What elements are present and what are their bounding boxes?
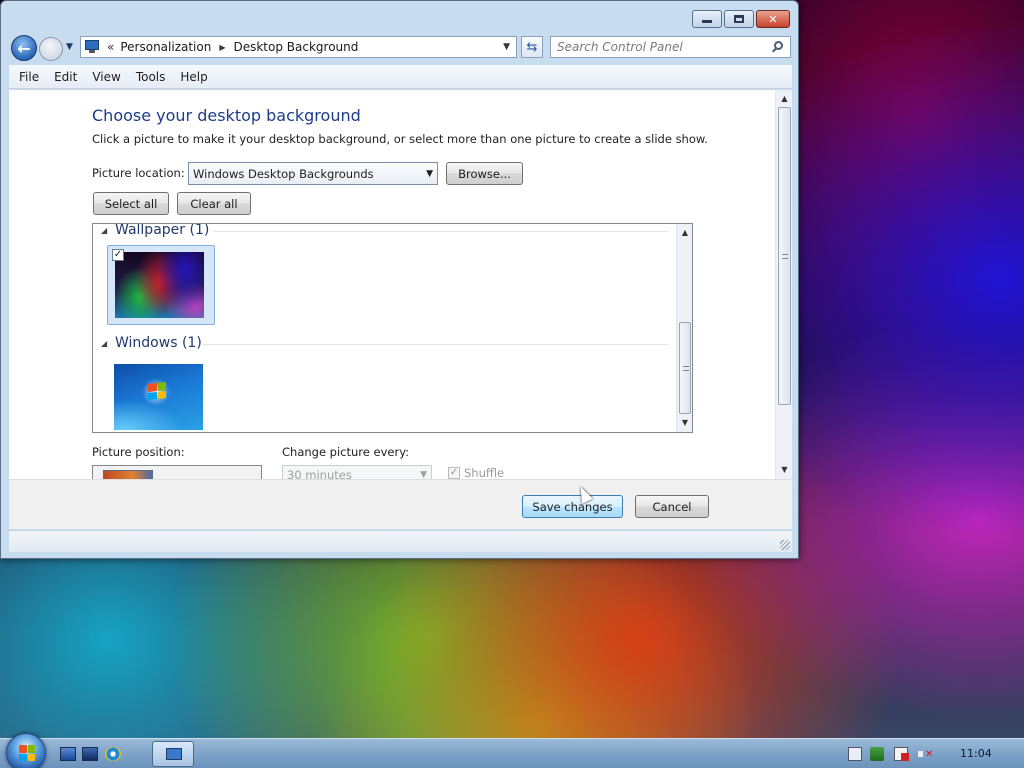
wallpaper-thumbnail[interactable]: ✓	[107, 245, 215, 325]
breadcrumb-overflow-icon[interactable]: «	[107, 40, 114, 54]
group-divider	[213, 231, 668, 232]
dialog-footer: Save changes Cancel	[9, 479, 792, 529]
forward-button[interactable]	[39, 37, 63, 61]
taskbar-control-panel-button[interactable]	[152, 741, 194, 767]
close-button[interactable]: ✕	[756, 10, 790, 28]
show-desktop-icon[interactable]	[60, 747, 76, 761]
clear-all-button[interactable]: Clear all	[177, 192, 251, 215]
refresh-icon: ⇆	[526, 39, 538, 55]
scroll-down-icon[interactable]: ▼	[776, 463, 793, 477]
windows7-wallpaper-image	[114, 364, 203, 430]
page-description: Click a picture to make it your desktop …	[92, 132, 708, 146]
recent-pages-dropdown[interactable]: ▼	[66, 42, 73, 52]
volume-muted-icon[interactable]: ✕	[918, 747, 933, 761]
control-panel-window: ✕ ← ▼ « Personalization ▶ Desktop Backgr…	[0, 0, 799, 559]
notification-icon[interactable]	[848, 747, 862, 761]
picture-gallery: ◢ Wallpaper (1) ✓ ◢ Windows (1) ▲ ▼	[92, 223, 693, 433]
windows-logo-icon	[148, 382, 166, 400]
address-dropdown-icon[interactable]: ▼	[503, 42, 510, 52]
content-scroll-thumb[interactable]	[778, 107, 791, 405]
windows-logo-icon	[19, 745, 35, 761]
shuffle-label: Shuffle	[464, 467, 505, 479]
title-bar[interactable]: ✕	[1, 1, 798, 33]
security-shield-icon[interactable]	[870, 747, 884, 761]
group-header-wallpaper[interactable]: ◢ Wallpaper (1)	[101, 223, 210, 238]
explorer-icon[interactable]	[82, 747, 98, 761]
address-bar[interactable]: « Personalization ▶ Desktop Background ▼	[80, 36, 517, 58]
menu-tools[interactable]: Tools	[136, 70, 166, 84]
resize-grip-icon[interactable]	[780, 540, 790, 550]
gallery-scrollbar[interactable]: ▲ ▼	[676, 224, 692, 432]
group-header-windows[interactable]: ◢ Windows (1)	[101, 335, 202, 351]
collapse-triangle-icon[interactable]: ◢	[101, 339, 115, 348]
content-pane: Choose your desktop background Click a p…	[9, 90, 792, 479]
network-icon[interactable]	[894, 747, 909, 761]
scroll-down-icon[interactable]: ▼	[677, 416, 692, 430]
search-icon[interactable]	[772, 41, 784, 53]
picture-location-value: Windows Desktop Backgrounds	[193, 166, 374, 181]
back-arrow-icon: ←	[17, 38, 31, 58]
shuffle-checkbox: ✓ Shuffle	[448, 467, 504, 479]
select-all-button[interactable]: Select all	[93, 192, 169, 215]
start-button[interactable]	[6, 733, 46, 768]
navigation-bar: ← ▼ « Personalization ▶ Desktop Backgrou…	[7, 34, 794, 62]
browse-button[interactable]: Browse...	[446, 162, 523, 185]
menu-edit[interactable]: Edit	[54, 70, 77, 84]
search-input[interactable]	[551, 40, 772, 54]
breadcrumb-desktop-background[interactable]: Desktop Background	[233, 40, 358, 54]
maximize-icon	[725, 11, 753, 27]
windows-thumbnail[interactable]	[107, 358, 215, 432]
internet-explorer-icon[interactable]	[105, 747, 121, 761]
back-button[interactable]: ←	[11, 35, 37, 61]
chevron-down-icon: ▼	[420, 470, 427, 479]
close-icon: ✕	[768, 12, 778, 26]
control-panel-icon	[85, 40, 101, 54]
wallpaper-checkbox[interactable]: ✓	[112, 249, 124, 261]
minimize-button[interactable]	[692, 10, 722, 28]
picture-location-label: Picture location:	[92, 166, 185, 180]
maximize-button[interactable]	[724, 10, 754, 28]
menu-file[interactable]: File	[19, 70, 39, 84]
taskbar: ✕ 11:04	[0, 733, 1024, 768]
menu-help[interactable]: Help	[180, 70, 207, 84]
shuffle-check-icon: ✓	[448, 467, 460, 479]
chevron-down-icon: ▼	[426, 168, 433, 179]
group-title: Windows (1)	[115, 335, 202, 351]
picture-position-select[interactable]	[92, 465, 262, 479]
system-clock[interactable]: 11:04	[960, 747, 992, 760]
position-preview-image	[103, 470, 153, 479]
picture-position-label: Picture position:	[92, 445, 185, 459]
control-panel-icon	[166, 748, 182, 760]
menu-bar: File Edit View Tools Help	[9, 65, 792, 89]
minimize-icon	[693, 11, 721, 27]
collapse-triangle-icon[interactable]: ◢	[101, 226, 115, 235]
search-box[interactable]	[550, 36, 791, 58]
rainbow-wallpaper-image	[115, 252, 204, 318]
group-title: Wallpaper (1)	[115, 223, 210, 238]
scroll-up-icon[interactable]: ▲	[776, 92, 793, 106]
refresh-button[interactable]: ⇆	[521, 36, 543, 58]
scroll-up-icon[interactable]: ▲	[677, 226, 692, 240]
group-divider	[203, 344, 668, 345]
breadcrumb-separator-icon[interactable]: ▶	[219, 43, 225, 52]
cancel-button[interactable]: Cancel	[635, 495, 709, 518]
menu-view[interactable]: View	[92, 70, 120, 84]
save-changes-button[interactable]: Save changes	[522, 495, 623, 518]
change-picture-label: Change picture every:	[282, 445, 410, 459]
breadcrumb-personalization[interactable]: Personalization	[120, 40, 211, 54]
interval-select: 30 minutes ▼	[282, 465, 432, 479]
page-title: Choose your desktop background	[92, 106, 361, 125]
content-scrollbar[interactable]: ▲ ▼	[775, 90, 792, 479]
picture-location-select[interactable]: Windows Desktop Backgrounds ▼	[188, 162, 438, 185]
interval-value: 30 minutes	[287, 468, 352, 479]
gallery-scroll-thumb[interactable]	[679, 322, 691, 414]
caption-buttons: ✕	[692, 10, 790, 28]
status-bar	[9, 530, 792, 552]
